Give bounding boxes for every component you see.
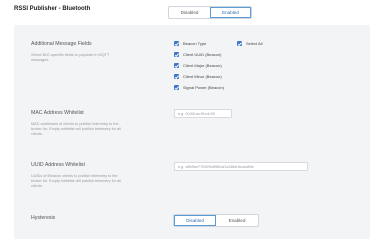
mac-whitelist-input[interactable]: e.g. 00:65:ac:f5:e4:59	[174, 109, 232, 118]
uuid-whitelist-help: UUIDs of iBeacon clients to publish tele…	[31, 174, 121, 189]
header-bar: RSSI Publisher - Bluetooth Disabled Enab…	[0, 0, 384, 24]
checkbox-client-major[interactable]: Client Major (Beacon)	[174, 63, 222, 68]
settings-panel: Additional Message Fields Select BLE-spe…	[14, 25, 370, 239]
additional-fields-help: Select BLE-specific fields to populate i…	[31, 53, 110, 63]
uuid-whitelist-label: UUID Address Whitelist	[31, 162, 85, 168]
checkbox-client-minor[interactable]: Client Minor (Beacon)	[174, 74, 222, 79]
hysteresis-toggle[interactable]: Disabled Enabled	[173, 214, 259, 227]
checkbox-checked-icon[interactable]	[237, 41, 242, 46]
toggle-enabled-option[interactable]: Enabled	[210, 7, 251, 18]
page-title: RSSI Publisher - Bluetooth	[14, 6, 91, 12]
checkbox-select-all[interactable]: Select All	[237, 41, 262, 46]
checkbox-label: Beacon Type	[183, 41, 207, 46]
mac-whitelist-help: MAC addresses of clients to publish tele…	[31, 122, 121, 137]
mac-whitelist-label: MAC Address Whitelist	[31, 110, 84, 116]
checkbox-checked-icon[interactable]	[174, 74, 179, 79]
checkbox-label: Signal Power (Beacon)	[183, 85, 224, 90]
checkbox-checked-icon[interactable]	[174, 41, 179, 46]
hysteresis-label: Hysteresis	[31, 215, 56, 221]
checkbox-checked-icon[interactable]	[174, 63, 179, 68]
hysteresis-disabled-option[interactable]: Disabled	[174, 215, 216, 226]
additional-fields-label: Additional Message Fields	[31, 41, 92, 47]
checkbox-label: Client Major (Beacon)	[183, 63, 222, 68]
checkbox-beacon-type[interactable]: Beacon Type	[174, 41, 206, 46]
checkbox-checked-icon[interactable]	[174, 52, 179, 57]
enable-toggle[interactable]: Disabled Enabled	[168, 6, 252, 19]
checkbox-checked-icon[interactable]	[174, 85, 179, 90]
hysteresis-enabled-option[interactable]: Enabled	[216, 215, 258, 226]
checkbox-label: Select All	[246, 41, 263, 46]
uuid-whitelist-input[interactable]: e.g. d8b9ee77f0f2f0d9f82af1a38bb1bcad80e	[174, 162, 308, 171]
checkbox-client-uuid[interactable]: Client UUID (Beacon)	[174, 52, 221, 57]
checkbox-label: Client UUID (Beacon)	[183, 52, 222, 57]
checkbox-signal-power[interactable]: Signal Power (Beacon)	[174, 85, 224, 90]
checkbox-label: Client Minor (Beacon)	[183, 74, 222, 79]
toggle-disabled-option[interactable]: Disabled	[169, 7, 210, 18]
